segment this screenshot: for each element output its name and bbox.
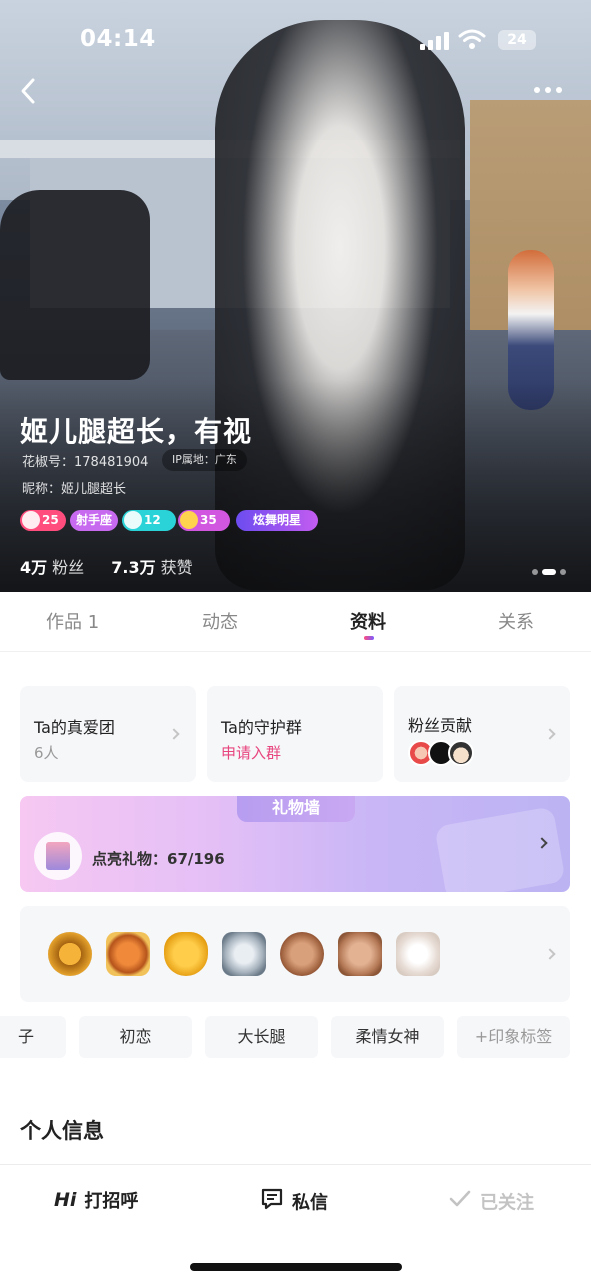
- star-icon: [180, 511, 198, 529]
- photo-chair: [0, 190, 150, 380]
- message-button[interactable]: 私信: [260, 1187, 328, 1215]
- fan-contribution-card[interactable]: 粉丝贡献: [394, 686, 570, 782]
- gift-wall-decoration: [434, 806, 566, 892]
- guard-group-title: Ta的守护群: [221, 718, 302, 737]
- wifi-icon: [458, 28, 486, 50]
- zodiac-badge[interactable]: 射手座: [70, 510, 118, 531]
- chevron-right-icon: [544, 728, 556, 740]
- tag-item[interactable]: 大长腿: [205, 1016, 318, 1058]
- tab-moments[interactable]: 动态: [202, 608, 238, 634]
- bottom-action-bar: Hi 打招呼 私信 已关注: [0, 1164, 591, 1280]
- fans-stat[interactable]: 4万 粉丝: [20, 558, 84, 577]
- likes-stat: 7.3万 获赞: [111, 558, 193, 577]
- gold-medal-icon: [48, 932, 92, 976]
- profile-nickname: 昵称：姬儿腿超长: [22, 482, 127, 497]
- impression-tags: 子 初恋 大长腿 柔情女神 +印象标签: [0, 1016, 591, 1058]
- fanclub-count: 6人: [34, 744, 59, 762]
- silver-play-medal-icon: [222, 932, 266, 976]
- dance-star-badge[interactable]: 炫舞明星: [236, 510, 318, 531]
- diamond-badge[interactable]: 12: [122, 510, 176, 531]
- cellular-signal-icon: [420, 30, 450, 50]
- profile-stats: 4万 粉丝 7.3万 获赞: [20, 554, 193, 578]
- profile-hero-photo: 04:14 24 姬儿腿超长，有视 花椒号：178481904 IP属地：广东 …: [0, 0, 591, 592]
- star-badge[interactable]: 35: [178, 510, 230, 531]
- fan-contribution-title: 粉丝贡献: [408, 716, 473, 735]
- add-impression-tag-button[interactable]: +印象标签: [457, 1016, 570, 1058]
- ip-location-badge: IP属地：广东: [162, 449, 247, 471]
- search-level-icon: [22, 511, 40, 529]
- chevron-right-icon: [168, 728, 180, 740]
- tag-item[interactable]: 子: [0, 1016, 66, 1058]
- check-icon: [448, 1187, 472, 1216]
- back-icon[interactable]: [16, 76, 42, 106]
- profile-id[interactable]: 花椒号：178481904: [22, 451, 148, 470]
- level-badge[interactable]: 25: [20, 510, 66, 531]
- more-options-icon[interactable]: [528, 80, 568, 100]
- hi-icon: Hi: [54, 1189, 77, 1211]
- tab-works[interactable]: 作品 1: [46, 608, 99, 634]
- section-title-personal-info: 个人信息: [20, 1119, 104, 1143]
- bronze-question-medal-icon: [106, 932, 150, 976]
- fanclub-card[interactable]: Ta的真爱团 6人: [20, 686, 196, 782]
- battery-icon: 24: [498, 30, 536, 50]
- bronze-group-medal-icon: [338, 932, 382, 976]
- profile-tabs: 作品 1 动态 资料 关系: [0, 592, 591, 652]
- guard-group-card[interactable]: Ta的守护群 申请入群: [207, 686, 383, 782]
- tab-profile-info[interactable]: 资料: [350, 608, 386, 634]
- medal-wall-card[interactable]: [20, 906, 570, 1002]
- gift-box-icon: [34, 832, 82, 880]
- followed-button[interactable]: 已关注: [448, 1187, 534, 1215]
- status-time: 04:14: [80, 26, 156, 52]
- home-indicator: [190, 1263, 402, 1271]
- join-group-link[interactable]: 申请入群: [221, 742, 281, 763]
- chevron-right-icon: [544, 948, 556, 960]
- chat-bubble-icon: [260, 1187, 284, 1216]
- gold-heart-medal-icon: [164, 932, 208, 976]
- faded-medal-icon: [396, 932, 440, 976]
- tab-relations[interactable]: 关系: [498, 608, 534, 634]
- tag-item[interactable]: 初恋: [79, 1016, 192, 1058]
- tag-item[interactable]: 柔情女神: [331, 1016, 444, 1058]
- photo-page-indicator: [532, 569, 572, 577]
- gift-wall-progress: 点亮礼物：67/196: [92, 850, 225, 868]
- bronze-30k-medal-icon: [280, 932, 324, 976]
- greet-button[interactable]: Hi 打招呼: [54, 1187, 138, 1215]
- diamond-icon: [124, 511, 142, 529]
- gift-wall-card[interactable]: 礼物墙 点亮礼物：67/196: [20, 796, 570, 892]
- profile-name: 姬儿腿超长，有视: [20, 415, 253, 448]
- gift-wall-header: 礼物墙: [237, 796, 355, 822]
- avatar: [448, 740, 474, 766]
- active-tab-indicator: [364, 636, 374, 640]
- status-bar: 04:14 24: [0, 20, 591, 60]
- fanclub-title: Ta的真爱团: [34, 718, 115, 737]
